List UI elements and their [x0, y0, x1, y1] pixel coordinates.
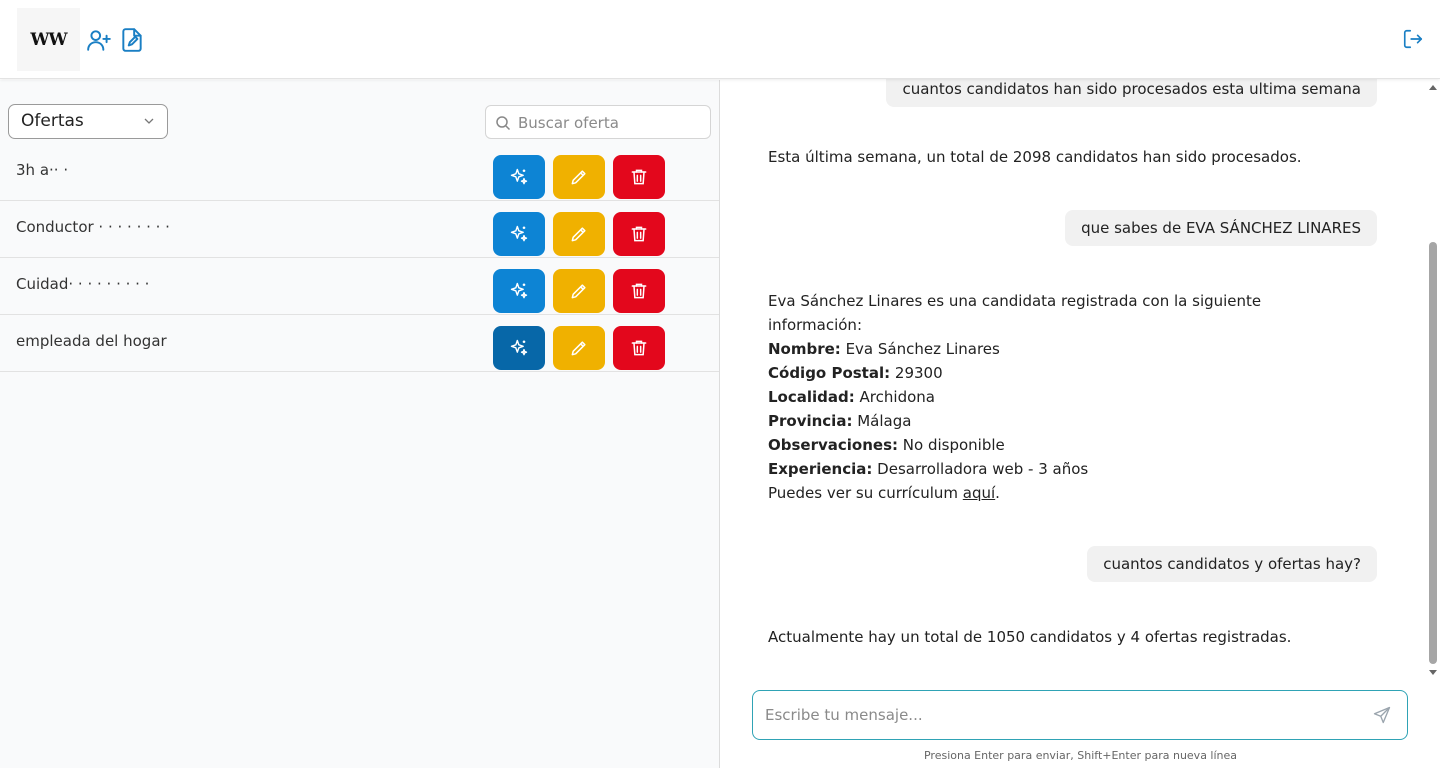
pencil-icon: [571, 227, 586, 242]
search-offer-input[interactable]: [518, 112, 703, 134]
edit-offer-button[interactable]: [553, 212, 605, 256]
assistant-message: Esta última semana, un total de 2098 can…: [768, 148, 1302, 166]
offer-title: Conductor · · · · · · · ·: [16, 218, 170, 236]
offer-row: Conductor · · · · · · · ·: [0, 201, 719, 258]
input-hint: Presiona Enter para enviar, Shift+Enter …: [923, 749, 1238, 762]
offer-row: 3h a·· ·: [0, 144, 719, 201]
message-input-box: [752, 690, 1408, 740]
trash-icon: [631, 340, 647, 356]
delete-offer-button[interactable]: [613, 155, 665, 199]
edit-document-icon[interactable]: [119, 27, 145, 53]
scroll-down-arrow-icon[interactable]: [1429, 670, 1437, 675]
offer-title: empleada del hogar: [16, 332, 167, 350]
pencil-icon: [571, 341, 586, 356]
sparkles-icon: [510, 282, 528, 299]
logo-text: WW: [30, 29, 67, 50]
ai-match-button[interactable]: [493, 269, 545, 313]
edit-offer-button[interactable]: [553, 269, 605, 313]
trash-icon: [631, 226, 647, 242]
ai-match-button[interactable]: [493, 326, 545, 370]
pencil-icon: [571, 170, 586, 185]
scroll-up-arrow-icon[interactable]: [1429, 85, 1437, 90]
send-icon[interactable]: [1372, 705, 1392, 725]
assistant-intro: Eva Sánchez Linares es una candidata reg…: [768, 292, 1262, 334]
ai-match-button[interactable]: [493, 155, 545, 199]
chat-scrollbar[interactable]: [1426, 80, 1440, 680]
logo[interactable]: WW: [17, 8, 80, 71]
offer-row: Cuidad· · · · · · · · ·: [0, 258, 719, 315]
edit-offer-button[interactable]: [553, 155, 605, 199]
pencil-icon: [571, 284, 586, 299]
offers-select-value: Ofertas: [21, 111, 84, 131]
candidate-field: Código Postal: 29300: [768, 364, 943, 382]
sparkles-icon: [510, 339, 528, 356]
candidate-field: Provincia: Málaga: [768, 412, 912, 430]
user-message: cuantos candidatos y ofertas hay?: [1087, 546, 1377, 582]
trash-icon: [631, 283, 647, 299]
offers-select[interactable]: Ofertas: [8, 104, 168, 139]
trash-icon: [631, 169, 647, 185]
candidate-field: Observaciones: No disponible: [768, 436, 1005, 454]
offer-search: [485, 105, 711, 139]
delete-offer-button[interactable]: [613, 212, 665, 256]
logout-icon[interactable]: [1402, 28, 1424, 50]
sparkles-icon: [510, 168, 528, 185]
assistant-message: Actualmente hay un total de 1050 candida…: [768, 628, 1292, 646]
message-input[interactable]: [765, 704, 1355, 726]
ai-match-button[interactable]: [493, 212, 545, 256]
assistant-message: Eva Sánchez Linares es una candidata reg…: [768, 289, 1328, 505]
candidate-field: Experiencia: Desarrolladora web - 3 años: [768, 460, 1089, 478]
top-header: WW: [0, 0, 1440, 79]
offers-panel: Ofertas 3h a·· · Conductor · · · · · · ·…: [0, 80, 720, 768]
user-message: que sabes de EVA SÁNCHEZ LINARES: [1065, 210, 1377, 246]
chevron-down-icon: [144, 118, 154, 124]
add-user-icon[interactable]: [86, 27, 112, 53]
cv-link[interactable]: aquí: [963, 484, 995, 502]
scroll-thumb[interactable]: [1429, 242, 1437, 664]
sparkles-icon: [510, 225, 528, 242]
search-icon: [496, 116, 511, 131]
cv-line: Puedes ver su currículum aquí.: [768, 484, 1000, 502]
candidate-field: Localidad: Archidona: [768, 388, 935, 406]
offer-row: empleada del hogar: [0, 315, 719, 372]
candidate-field: Nombre: Eva Sánchez Linares: [768, 340, 1000, 358]
delete-offer-button[interactable]: [613, 269, 665, 313]
offer-title: 3h a·· ·: [16, 161, 69, 179]
delete-offer-button[interactable]: [613, 326, 665, 370]
offer-title: Cuidad· · · · · · · · ·: [16, 275, 150, 293]
edit-offer-button[interactable]: [553, 326, 605, 370]
chat-panel: cuantos candidatos han sido procesados e…: [721, 71, 1440, 768]
